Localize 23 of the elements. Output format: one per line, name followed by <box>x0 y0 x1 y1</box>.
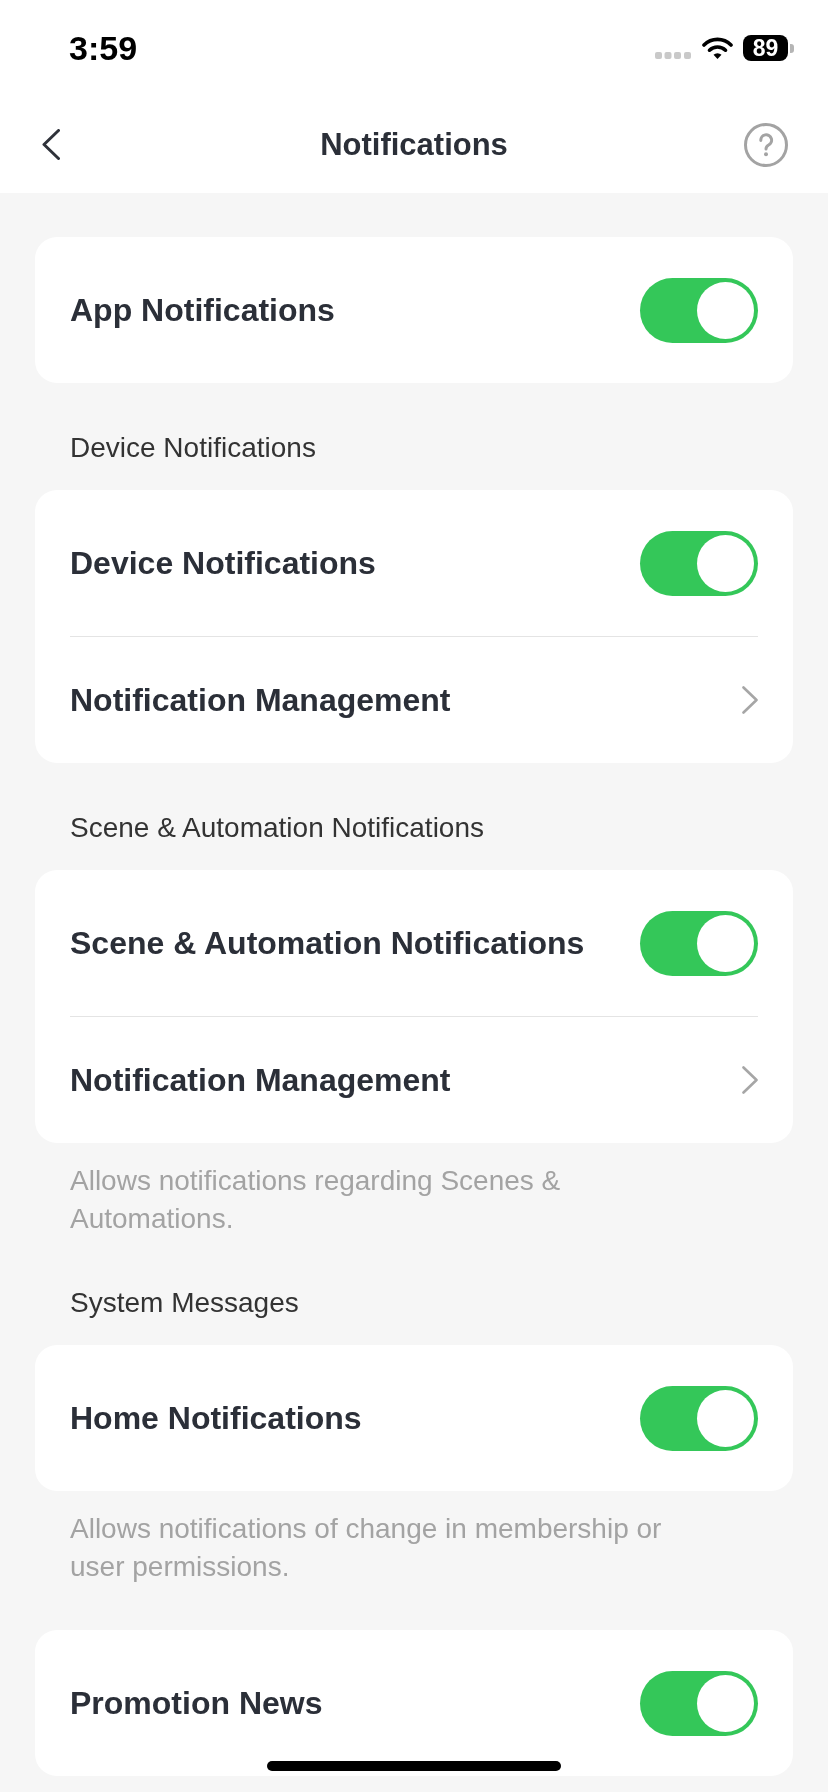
help-icon <box>744 122 788 167</box>
back-button[interactable] <box>42 129 60 160</box>
help-button[interactable] <box>744 122 788 167</box>
chevron-left-icon <box>42 129 60 160</box>
navigation-row[interactable]: Notification Management <box>35 1017 793 1143</box>
chevron-right-icon <box>742 1066 758 1094</box>
setting-label: Device Notifications <box>70 544 376 583</box>
setting-label: App Notifications <box>70 291 335 330</box>
setting-label: Home Notifications <box>70 1399 362 1438</box>
setting-label: Promotion News <box>70 1684 323 1723</box>
battery-indicator: 89 <box>743 35 794 61</box>
section-header: Device Notifications <box>70 431 317 465</box>
section-header: Scene & Automation Notifications <box>70 811 485 845</box>
chevron-right-icon <box>742 686 758 714</box>
nav-title: Notifications <box>320 125 508 164</box>
wifi-icon <box>702 37 733 59</box>
status-time: 3:59 <box>69 28 138 68</box>
signal-icon <box>655 51 691 59</box>
navigation-row[interactable]: Notification Management <box>35 637 793 763</box>
setting-label: Scene & Automation Notifications <box>70 924 585 963</box>
section-description: Allows notifications of change in membership or user permissions. <box>70 1512 663 1584</box>
section-header: System Messages <box>70 1286 300 1320</box>
section-description: Allows notifications regarding Scenes & Automations. <box>70 1164 562 1236</box>
